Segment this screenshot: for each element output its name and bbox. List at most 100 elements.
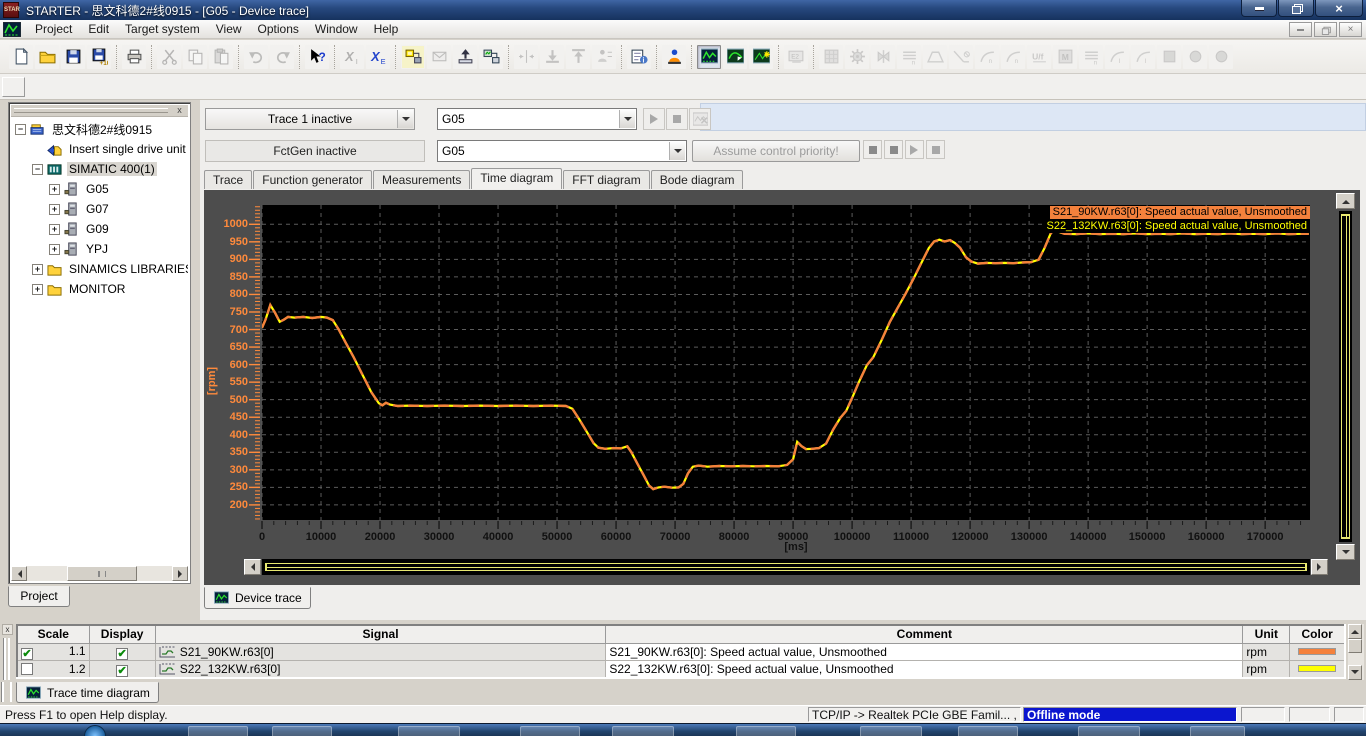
toolbar-function-generator-icon-button[interactable]	[749, 44, 773, 69]
toolbar-redo-button[interactable]	[270, 44, 294, 69]
toolbar-circle-1-button[interactable]	[1183, 44, 1207, 69]
tree-item-2-0915[interactable]: − 思文科德2#线0915	[11, 119, 188, 139]
mdi-minimize-button[interactable]	[1289, 22, 1312, 37]
signal-cell[interactable]: S21_90KW.r63[0]	[154, 642, 607, 661]
toolbar-open-button[interactable]	[35, 44, 59, 69]
toolbar-disconnect-target-button[interactable]	[479, 44, 503, 69]
comment-cell[interactable]: S21_90KW.r63[0]: Speed actual value, Uns…	[605, 642, 1244, 661]
toolbar-commissioning-button[interactable]	[662, 44, 686, 69]
toolbar-circle-2-button[interactable]	[1209, 44, 1233, 69]
menu-project[interactable]: Project	[27, 21, 80, 38]
fctgen-stop1-button[interactable]	[863, 140, 882, 159]
expand-icon[interactable]: +	[32, 263, 43, 275]
column-header-scale[interactable]: Scale	[16, 624, 90, 644]
menu-window[interactable]: Window	[307, 21, 366, 38]
signal-panel-close-button[interactable]: x	[2, 624, 13, 635]
tree-item-g09[interactable]: + G09	[11, 219, 188, 239]
table-scrollbar-thumb[interactable]	[1348, 639, 1362, 653]
toolbar-paste-button[interactable]	[209, 44, 233, 69]
taskbar-button-6[interactable]	[736, 726, 796, 736]
toolbar-align-button[interactable]	[514, 44, 538, 69]
tree-item-simatic-400-1[interactable]: − SIMATIC 400(1)	[11, 159, 188, 179]
trace-stop-button[interactable]	[666, 108, 688, 130]
toolbar-coil-m-button[interactable]	[1079, 44, 1103, 69]
device-combo-2[interactable]: G05	[437, 140, 687, 162]
mdi-restore-button[interactable]	[1314, 22, 1337, 37]
toolbar-gear-button[interactable]	[845, 44, 869, 69]
display-checkbox[interactable]: ✔	[116, 664, 129, 677]
toolbar-matrix-button[interactable]	[819, 44, 843, 69]
hscale-left-button[interactable]	[244, 559, 261, 575]
project-panel-tab[interactable]: Project	[8, 586, 70, 607]
taskbar-button-7[interactable]	[860, 726, 922, 736]
taskbar-button-1[interactable]	[188, 726, 248, 736]
signal-table-scrollbar[interactable]	[1348, 624, 1364, 680]
toolbar-copy-ram-rom-button[interactable]	[592, 44, 616, 69]
tree-panel-header[interactable]: x	[11, 105, 188, 117]
signal-cell[interactable]: S22_132KW.r63[0]	[154, 659, 607, 678]
toolbar-select-xi-button[interactable]	[340, 44, 364, 69]
color-cell[interactable]	[1289, 642, 1346, 661]
column-header-unit[interactable]: Unit	[1242, 624, 1291, 644]
trace-cancel-button[interactable]	[689, 108, 711, 130]
tab-measurements[interactable]: Measurements	[372, 170, 471, 189]
tree-item-g05[interactable]: + G05	[11, 179, 188, 199]
tree-scroll-right-button[interactable]	[172, 566, 188, 581]
column-header-display[interactable]: Display	[88, 624, 156, 644]
table-scroll-up-button[interactable]	[1348, 624, 1362, 639]
toolbar-pg-pc-settings-button[interactable]	[784, 44, 808, 69]
toolbar-save-button[interactable]	[61, 44, 85, 69]
toolbar-show-project-data-button[interactable]	[627, 44, 651, 69]
restore-button[interactable]	[1278, 0, 1314, 17]
taskbar-button-5[interactable]	[612, 726, 674, 736]
windows-taskbar[interactable]	[0, 723, 1366, 736]
collapse-icon[interactable]: −	[32, 163, 43, 175]
menu-target-system[interactable]: Target system	[117, 21, 208, 38]
toolbar-curve-n2-button[interactable]	[1001, 44, 1025, 69]
menu-edit[interactable]: Edit	[80, 21, 117, 38]
tab-time-diagram[interactable]: Time diagram	[471, 168, 563, 189]
expand-icon[interactable]: +	[49, 183, 60, 195]
toolbar-valve-button[interactable]	[871, 44, 895, 69]
toolbar-load-to-pg-button[interactable]	[566, 44, 590, 69]
menu-help[interactable]: Help	[366, 21, 407, 38]
trace-start-button[interactable]	[643, 108, 665, 130]
expand-icon[interactable]: +	[49, 203, 60, 215]
column-header-color[interactable]: Color	[1289, 624, 1346, 644]
toolbar-print-button[interactable]	[122, 44, 146, 69]
assume-control-priority-button[interactable]: Assume control priority!	[692, 140, 860, 162]
toolbar-undo-button[interactable]	[244, 44, 268, 69]
tree-item-monitor[interactable]: + MONITOR	[11, 279, 188, 299]
toolbar-copy-button[interactable]	[183, 44, 207, 69]
hscale-track[interactable]	[262, 559, 1310, 575]
menu-view[interactable]: View	[208, 21, 250, 38]
taskbar-button-9[interactable]	[1078, 726, 1140, 736]
mdi-close-button[interactable]: ×	[1339, 22, 1362, 37]
hscale-range-handle[interactable]	[265, 563, 1307, 571]
expand-icon[interactable]: +	[32, 283, 43, 295]
vscale-up-button[interactable]	[1336, 193, 1355, 209]
collapse-icon[interactable]: −	[15, 123, 26, 135]
toolbar-load-to-device-button[interactable]	[540, 44, 564, 69]
toolbar-select-xe-button[interactable]	[366, 44, 390, 69]
tree-horizontal-scrollbar[interactable]	[11, 566, 188, 581]
close-button[interactable]: ×	[1315, 0, 1363, 17]
vscale-down-button[interactable]	[1336, 544, 1355, 560]
toolbar-download-to-target-button[interactable]	[427, 44, 451, 69]
taskbar-button-10[interactable]	[1190, 726, 1245, 736]
device-combo-1-arrow[interactable]	[619, 110, 635, 128]
toolbar-trapezoid-button[interactable]	[923, 44, 947, 69]
toolbar-u-f-control-button[interactable]	[1027, 44, 1051, 69]
scale-checkbox[interactable]	[21, 662, 33, 675]
device-combo-2-arrow[interactable]	[669, 142, 685, 160]
toolbar-new-button[interactable]	[9, 44, 33, 69]
tree-panel-close-button[interactable]: x	[173, 105, 186, 116]
expand-icon[interactable]: +	[49, 243, 60, 255]
toolbar-device-trace-button[interactable]	[697, 44, 721, 69]
taskbar-button-8[interactable]	[958, 726, 1018, 736]
taskbar-button-4[interactable]	[520, 726, 580, 736]
menu-options[interactable]: Options	[250, 21, 307, 38]
trace-time-diagram-tab[interactable]: Trace time diagram	[16, 682, 159, 703]
toolbar-cut-button[interactable]	[157, 44, 181, 69]
taskbar-button-2[interactable]	[272, 726, 332, 736]
